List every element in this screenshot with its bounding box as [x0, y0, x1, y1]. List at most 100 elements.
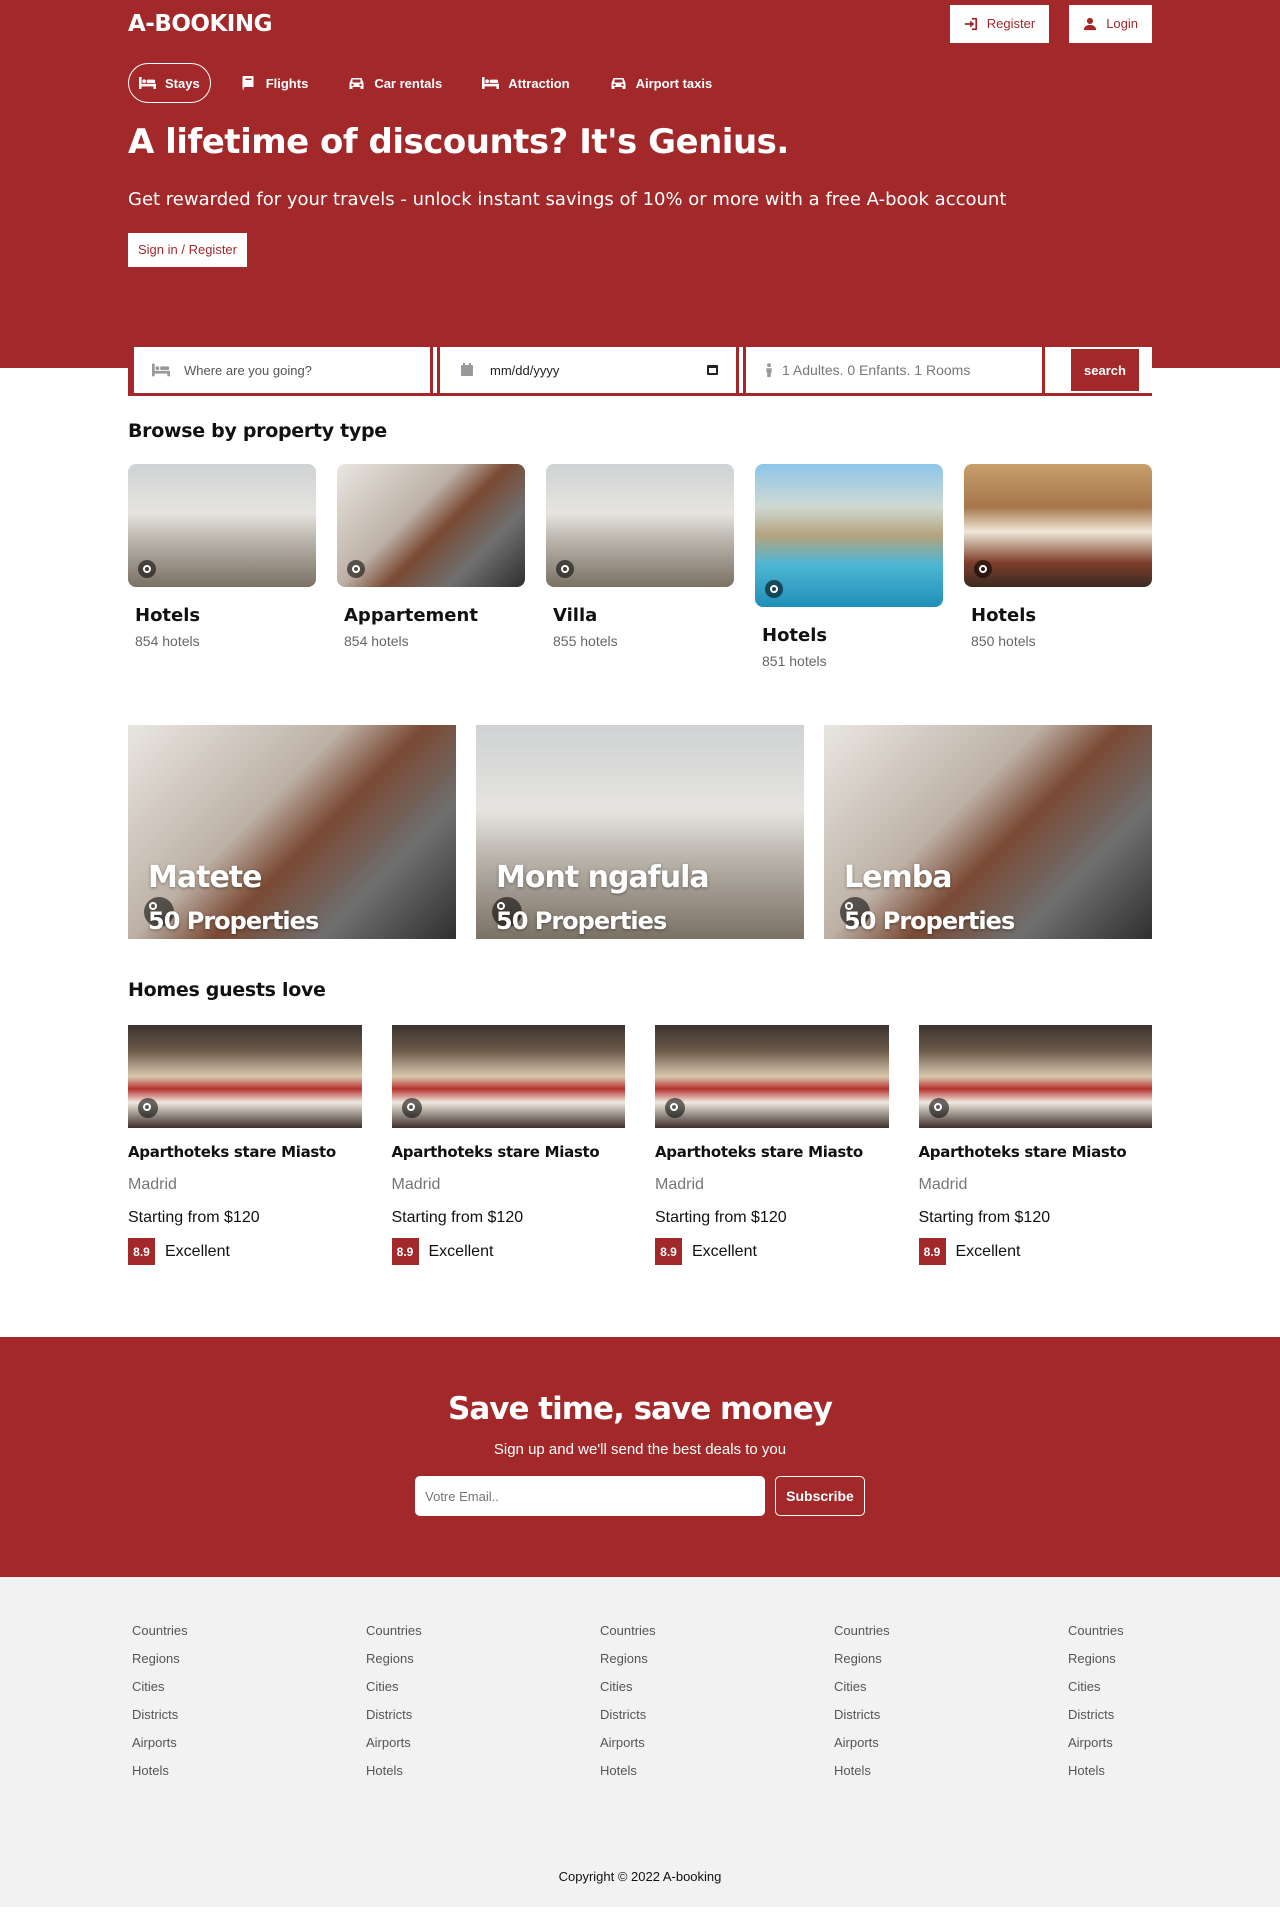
- home-city: Madrid: [918, 1176, 968, 1193]
- footer-link-hotels[interactable]: Hotels: [834, 1763, 994, 1778]
- footer-link-cities[interactable]: Cities: [1068, 1679, 1148, 1694]
- footer-link-cities[interactable]: Cities: [600, 1679, 760, 1694]
- property-type-count: 854 hotels: [344, 633, 409, 649]
- property-type-card[interactable]: Hotels 850 hotels: [964, 464, 1152, 669]
- property-type-card[interactable]: Hotels 851 hotels: [755, 464, 943, 669]
- footer-link-regions[interactable]: Regions: [366, 1651, 526, 1666]
- rating-score: 8.9: [128, 1238, 155, 1265]
- home-card[interactable]: Aparthoteks stare Miasto Madrid Starting…: [655, 1025, 889, 1265]
- home-name: Aparthoteks stare Miasto: [655, 1143, 863, 1161]
- tab-car-rentals[interactable]: Car rentals: [337, 63, 453, 103]
- footer-link-districts[interactable]: Districts: [600, 1707, 760, 1722]
- rating-label: Excellent: [165, 1242, 230, 1260]
- footer-link-districts[interactable]: Districts: [834, 1707, 994, 1722]
- city-card[interactable]: Mont ngafula 50 Properties: [476, 725, 804, 939]
- home-city: Madrid: [391, 1176, 441, 1193]
- destination-placeholder: Where are you going?: [184, 362, 312, 378]
- date-field[interactable]: mm/dd/yyyy: [437, 347, 739, 393]
- footer-link-countries[interactable]: Countries: [366, 1623, 526, 1638]
- search-bar: Where are you going? mm/dd/yyyy 1 Adulte…: [128, 344, 1152, 396]
- property-type-name: Villa: [553, 605, 598, 626]
- property-image: [337, 464, 525, 587]
- city-name: Mont ngafula: [496, 860, 710, 895]
- subscribe-button[interactable]: Subscribe: [775, 1476, 865, 1516]
- footer-link-countries[interactable]: Countries: [600, 1623, 760, 1638]
- footer-link-countries[interactable]: Countries: [132, 1623, 292, 1638]
- property-type-count: 850 hotels: [971, 633, 1036, 649]
- logo: A-BOOKING: [128, 10, 273, 37]
- footer-link-hotels[interactable]: Hotels: [600, 1763, 760, 1778]
- footer-link-cities[interactable]: Cities: [366, 1679, 526, 1694]
- gallery-icon: [665, 1098, 685, 1118]
- rating-label: Excellent: [692, 1242, 757, 1260]
- footer-link-airports[interactable]: Airports: [834, 1735, 994, 1750]
- footer-link-districts[interactable]: Districts: [1068, 1707, 1148, 1722]
- register-label: Register: [986, 16, 1036, 31]
- footer-link-regions[interactable]: Regions: [600, 1651, 760, 1666]
- email-input[interactable]: [415, 1476, 766, 1516]
- footer-link-districts[interactable]: Districts: [366, 1707, 526, 1722]
- footer-link-countries[interactable]: Countries: [834, 1623, 994, 1638]
- footer-link-regions[interactable]: Regions: [834, 1651, 994, 1666]
- home-price: Starting from $120: [128, 1209, 260, 1226]
- copyright: Copyright © 2022 A-booking: [558, 1869, 722, 1884]
- footer-link-hotels[interactable]: Hotels: [132, 1763, 292, 1778]
- footer-link-regions[interactable]: Regions: [132, 1651, 292, 1666]
- city-card[interactable]: Lemba 50 Properties: [824, 725, 1152, 939]
- footer-link-countries[interactable]: Countries: [1068, 1623, 1148, 1638]
- footer-link-districts[interactable]: Districts: [132, 1707, 292, 1722]
- top-bar: A-BOOKING Register Login: [128, 0, 1152, 52]
- home-card[interactable]: Aparthoteks stare Miasto Madrid Starting…: [918, 1025, 1152, 1265]
- property-type-name: Hotels: [135, 605, 201, 626]
- home-card[interactable]: Aparthoteks stare Miasto Madrid Starting…: [391, 1025, 625, 1265]
- city-card[interactable]: Matete 50 Properties: [128, 725, 456, 939]
- home-image: [918, 1025, 1152, 1128]
- tab-label: Stays: [165, 75, 200, 91]
- book-icon: [242, 76, 254, 90]
- homes-heading: Homes guests love: [128, 979, 326, 1001]
- tab-attraction[interactable]: Attraction: [471, 63, 580, 103]
- home-card[interactable]: Aparthoteks stare Miasto Madrid Starting…: [128, 1025, 362, 1265]
- property-image: [755, 464, 943, 607]
- footer-column: Countries Regions Cities Districts Airpo…: [834, 1623, 994, 1791]
- footer-column: Countries Regions Cities Districts Airpo…: [600, 1623, 760, 1791]
- register-button[interactable]: Register: [949, 4, 1050, 43]
- property-type-name: Hotels: [762, 625, 828, 646]
- login-button[interactable]: Login: [1069, 4, 1152, 43]
- home-price: Starting from $120: [391, 1209, 524, 1226]
- footer-link-airports[interactable]: Airports: [132, 1735, 292, 1750]
- property-type-card[interactable]: Appartement 854 hotels: [337, 464, 525, 669]
- guests-field[interactable]: 1 Adultes. 0 Enfants. 1 Rooms: [743, 347, 1045, 393]
- property-type-card[interactable]: Hotels 854 hotels: [128, 464, 316, 669]
- home-rating: 8.9 Excellent: [655, 1238, 889, 1265]
- hero-title: A lifetime of discounts? It's Genius.: [128, 122, 789, 162]
- footer-link-hotels[interactable]: Hotels: [1068, 1763, 1148, 1778]
- footer-link-cities[interactable]: Cities: [132, 1679, 292, 1694]
- property-type-card[interactable]: Villa 855 hotels: [546, 464, 734, 669]
- footer-link-regions[interactable]: Regions: [1068, 1651, 1148, 1666]
- search-button[interactable]: search: [1071, 349, 1139, 391]
- footer-link-airports[interactable]: Airports: [366, 1735, 526, 1750]
- tab-airport-taxis[interactable]: Airport taxis: [599, 63, 724, 103]
- home-rating: 8.9 Excellent: [128, 1238, 362, 1265]
- sign-in-register-button[interactable]: Sign in / Register: [128, 233, 247, 267]
- tab-label: Attraction: [508, 75, 570, 91]
- footer-link-airports[interactable]: Airports: [1068, 1735, 1148, 1750]
- login-label: Login: [1106, 16, 1138, 31]
- tab-flights[interactable]: Flights: [229, 63, 320, 103]
- calendar-picker-icon[interactable]: [707, 365, 718, 375]
- footer-link-cities[interactable]: Cities: [834, 1679, 994, 1694]
- gallery-icon: [401, 1098, 422, 1118]
- category-nav: Stays Flights Car rentals Attraction Air…: [128, 63, 1152, 103]
- taxi-icon: [611, 78, 626, 89]
- city-name: Matete: [148, 860, 262, 895]
- footer-link-airports[interactable]: Airports: [600, 1735, 760, 1750]
- home-price: Starting from $120: [655, 1209, 787, 1226]
- gallery-icon: [138, 560, 156, 578]
- home-price: Starting from $120: [918, 1209, 1051, 1226]
- footer-link-hotels[interactable]: Hotels: [366, 1763, 526, 1778]
- tab-stays[interactable]: Stays: [128, 63, 211, 103]
- destination-field[interactable]: Where are you going?: [131, 347, 433, 393]
- hero-section: A-BOOKING Register Login Stays Flights C…: [0, 0, 1280, 396]
- featured-cities: Matete 50 Properties Mont ngafula 50 Pro…: [128, 725, 1152, 939]
